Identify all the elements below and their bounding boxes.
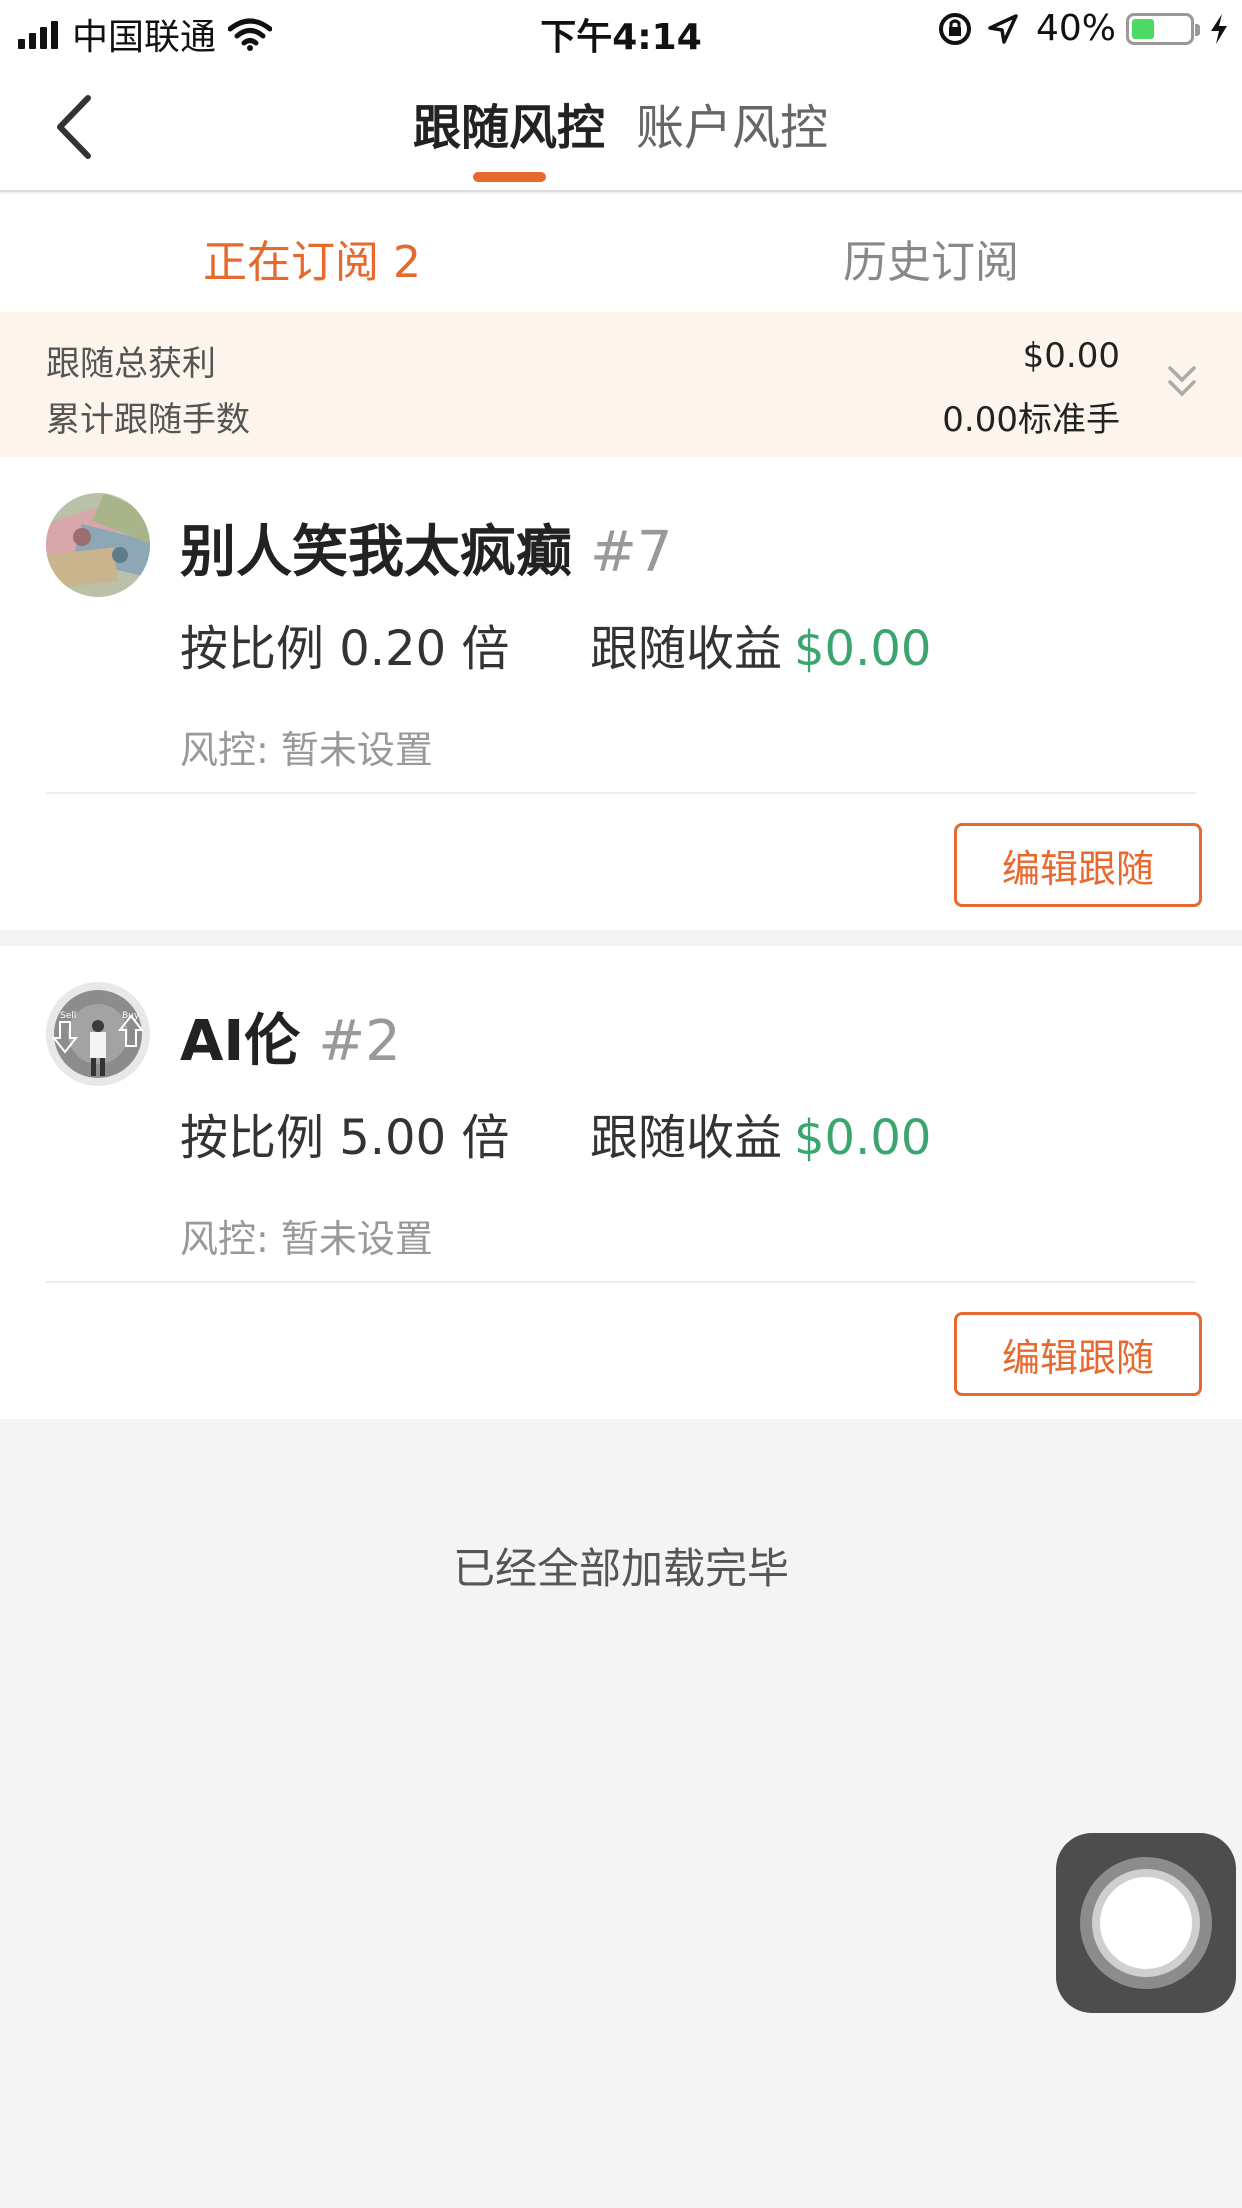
avatar [46, 493, 150, 597]
trader-name-row[interactable]: AI伦 #2 [180, 996, 401, 1077]
trader-tag: #7 [590, 520, 673, 585]
tab-current-subscriptions[interactable]: 正在订阅 2 [203, 226, 421, 290]
risk-setting: 风控: 暂未设置 [180, 728, 433, 772]
avatar: Sell Buy [46, 982, 150, 1086]
total-profit-label: 跟随总获利 [46, 344, 216, 384]
follow-profit-label: 跟随收益 [590, 1110, 783, 1166]
assistive-touch-icon[interactable] [1056, 1833, 1236, 2013]
avatar-buy-text: Buy [122, 1011, 140, 1021]
trader-tag: #2 [318, 1009, 401, 1074]
trader-name: 别人笑我太疯癫 [180, 520, 572, 585]
rotation-lock-icon [938, 12, 971, 45]
total-profit-value: $0.00 [1022, 336, 1120, 376]
risk-setting: 风控: 暂未设置 [180, 1217, 433, 1261]
follow-profit-value: $0.00 [794, 1110, 932, 1166]
follow-profit: 跟随收益 $0.00 [590, 1098, 931, 1168]
subscription-card: 别人笑我太疯癫 #7 按比例 0.20 倍 跟随收益 $0.00 风控: 暂未设置 … [0, 457, 1242, 930]
follow-summary[interactable]: 跟随总获利 $0.00 累计跟随手数 0.00标准手 [0, 312, 1242, 457]
follow-profit-value: $0.00 [794, 621, 932, 677]
edit-follow-button[interactable]: 编辑跟随 [954, 823, 1202, 907]
all-loaded-text: 已经全部加载完毕 [452, 1544, 789, 1593]
trader-name-row[interactable]: 别人笑我太疯癫 #7 [180, 507, 673, 588]
chevron-left-icon[interactable] [52, 92, 112, 162]
follow-profit-label: 跟随收益 [590, 621, 783, 677]
follow-ratio: 按比例 5.00 倍 [180, 1110, 510, 1166]
avatar-sell-text: Sell [60, 1011, 76, 1021]
battery-icon [1126, 12, 1200, 45]
tab-history-subscriptions[interactable]: 历史订阅 [843, 226, 1019, 290]
card-divider [46, 1281, 1196, 1283]
follow-ratio: 按比例 0.20 倍 [180, 621, 510, 677]
double-chevron-down-icon[interactable] [1164, 360, 1200, 404]
subscription-card: Sell Buy AI伦 #2 按比例 5.00 倍 跟随收益 $0.00 风控: … [0, 946, 1242, 1419]
lots-value: 0.00标准手 [942, 400, 1120, 440]
status-bar: 中国联通 下午4:14 40% [0, 0, 1242, 62]
location-icon [988, 13, 1018, 44]
active-tab-indicator [473, 172, 546, 182]
charging-icon [1211, 13, 1227, 44]
lots-label: 累计跟随手数 [46, 400, 250, 440]
tab-account-risk[interactable]: 账户风控 [636, 88, 828, 158]
battery-fill [1132, 18, 1155, 39]
subscription-tabs: 正在订阅 2 历史订阅 [0, 194, 1242, 312]
card-divider [46, 792, 1196, 794]
follow-profit: 跟随收益 $0.00 [590, 609, 931, 679]
nav-bar: 跟随风控 账户风控 [0, 62, 1242, 192]
battery-percent: 40% [1035, 8, 1116, 49]
edit-follow-button[interactable]: 编辑跟随 [954, 1312, 1202, 1396]
tab-follow-risk[interactable]: 跟随风控 [413, 88, 605, 158]
trader-name: AI伦 [180, 1009, 301, 1074]
status-right: 40% [936, 8, 1230, 49]
